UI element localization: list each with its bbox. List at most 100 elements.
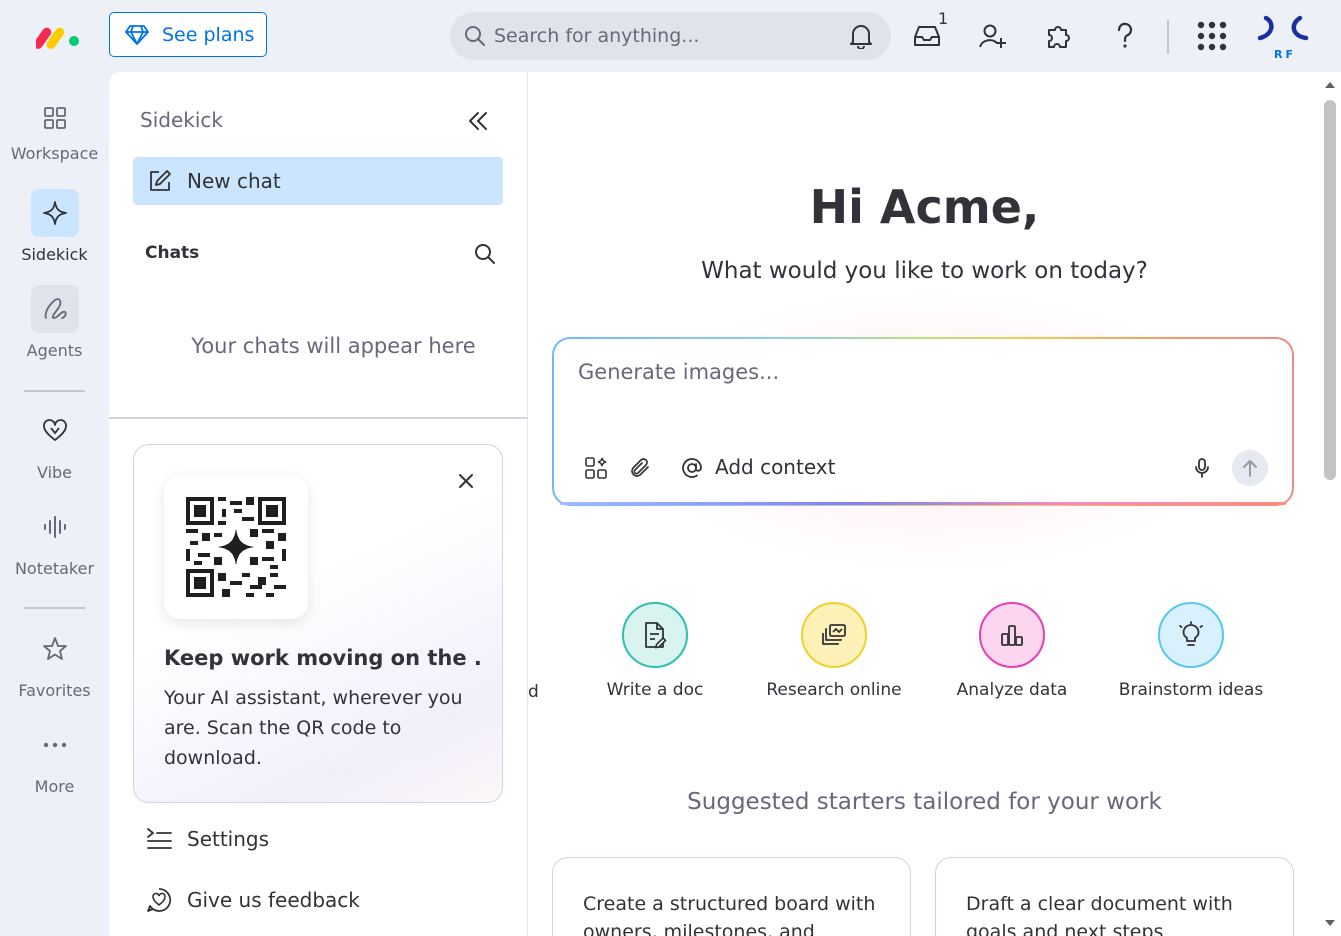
microphone-icon[interactable] [1190, 456, 1214, 480]
feedback-link[interactable]: Give us feedback [145, 886, 360, 914]
scrollbar-thumb[interactable] [1324, 100, 1336, 480]
rail-separator [24, 607, 85, 609]
rail-label: More [34, 777, 75, 796]
rail-label: Agents [26, 341, 83, 360]
starter-card[interactable]: Create a structured board with owners, m… [552, 857, 911, 936]
app-switcher-button[interactable] [1194, 18, 1230, 54]
integrations-button[interactable] [1041, 18, 1077, 54]
action-circle [801, 602, 867, 668]
rail-item-sidekick[interactable]: Sidekick [0, 189, 109, 264]
diamond-icon [125, 24, 149, 45]
app-grid-icon [1197, 21, 1227, 51]
chats-empty-state: Your chats will appear here [191, 334, 476, 358]
rail-label: Notetaker [14, 559, 95, 578]
action-label: Analyze data [956, 680, 1068, 700]
sparkle-icon [42, 201, 67, 225]
settings-label: Settings [187, 827, 270, 851]
promo-body: Your AI assistant, wherever you are. Sca… [164, 687, 463, 769]
send-button[interactable] [1232, 450, 1268, 486]
action-circle [979, 602, 1045, 668]
chats-heading: Chats [145, 243, 200, 263]
search-input[interactable] [494, 25, 834, 47]
search-icon[interactable] [473, 242, 497, 266]
collapse-panel-icon[interactable] [466, 108, 490, 134]
rail-item-agents[interactable]: Agents [0, 285, 109, 360]
qr-code-image [186, 497, 286, 597]
avatar-initials: RF [1274, 48, 1296, 61]
rail-item-workspace[interactable]: Workspace [0, 94, 109, 163]
user-avatar[interactable]: RF [1254, 14, 1310, 62]
monday-logo-icon[interactable] [36, 22, 82, 50]
add-context-button[interactable]: Add context [715, 455, 835, 479]
more-dots-icon [43, 742, 66, 748]
rail-item-more[interactable]: More [0, 721, 109, 796]
action-write-doc[interactable]: Write a doc [565, 602, 745, 700]
ai-tools-icon[interactable] [584, 456, 608, 480]
scroll-up-arrow-icon[interactable] [1324, 80, 1336, 90]
see-plans-button[interactable]: See plans [109, 12, 267, 57]
rail-label: Favorites [18, 681, 91, 700]
rail-separator [24, 390, 85, 392]
settings-link[interactable]: Settings [145, 826, 269, 852]
starter-card[interactable]: Draft a clear document with goals and ne… [935, 857, 1294, 936]
action-circle [1158, 602, 1224, 668]
invite-members-button[interactable] [975, 18, 1011, 54]
attach-icon[interactable] [629, 456, 653, 480]
new-chat-label: New chat [187, 169, 281, 193]
composer-gradient-edge [560, 502, 1286, 505]
search-icon [465, 26, 485, 46]
vibe-heart-icon [42, 419, 67, 441]
audio-wave-icon [43, 516, 66, 538]
action-label: Brainstorm ideas [1118, 680, 1264, 700]
suggested-starters-heading: Suggested starters tailored for your wor… [687, 789, 1162, 815]
action-label: Write a doc [606, 680, 704, 700]
agents-icon [44, 298, 67, 319]
panel-divider [109, 417, 528, 419]
mention-icon[interactable] [680, 456, 704, 480]
rail-item-favorites[interactable]: Favorites [0, 625, 109, 700]
rail-label: Sidekick [21, 245, 88, 264]
see-plans-label: See plans [162, 23, 255, 46]
action-research-online[interactable]: Research online [744, 602, 924, 700]
document-icon [645, 622, 667, 649]
rail-item-vibe[interactable]: Vibe [0, 407, 109, 482]
feedback-heart-icon [147, 888, 172, 912]
workspace-grid-icon [43, 107, 66, 129]
feedback-label: Give us feedback [187, 888, 360, 912]
scroll-down-arrow-icon[interactable] [1324, 918, 1336, 928]
puzzle-icon [1048, 26, 1070, 48]
top-divider [1167, 20, 1169, 54]
new-chat-button[interactable]: New chat [133, 157, 503, 205]
action-label-partial: d [528, 682, 539, 702]
rail-item-notetaker[interactable]: Notetaker [0, 503, 109, 578]
question-icon [1117, 22, 1133, 48]
bell-icon [850, 25, 872, 49]
arrow-up-icon [1243, 460, 1257, 477]
action-label: Research online [766, 680, 902, 700]
star-icon [42, 637, 67, 660]
left-rail: Workspace Sidekick Agents Vibe Notetaker… [0, 72, 109, 936]
action-analyze-data[interactable]: Analyze data [922, 602, 1102, 700]
inbox-icon [914, 26, 940, 46]
help-button[interactable] [1107, 18, 1143, 54]
inbox-badge: 1 [938, 9, 949, 28]
bar-chart-icon [1001, 625, 1023, 646]
promo-title: Keep work moving on the ... [164, 646, 484, 670]
notifications-button[interactable] [843, 18, 879, 54]
close-icon[interactable] [455, 470, 477, 492]
lightbulb-icon [1179, 621, 1203, 646]
rail-label: Vibe [36, 463, 73, 482]
rail-label: Workspace [10, 144, 99, 163]
global-search[interactable] [450, 12, 891, 60]
action-circle [622, 602, 688, 668]
edit-icon [150, 170, 171, 191]
composer-input[interactable]: Generate images... [578, 360, 1178, 384]
greeting-subtitle: What would you like to work on today? [701, 258, 1148, 284]
panel-title: Sidekick [140, 108, 223, 132]
action-brainstorm-ideas[interactable]: Brainstorm ideas [1101, 602, 1281, 700]
settings-sliders-icon [147, 828, 172, 849]
qr-code [164, 475, 308, 619]
add-user-icon [979, 24, 1006, 48]
greeting: Hi Acme, [809, 180, 1040, 234]
research-stack-icon [822, 624, 846, 645]
